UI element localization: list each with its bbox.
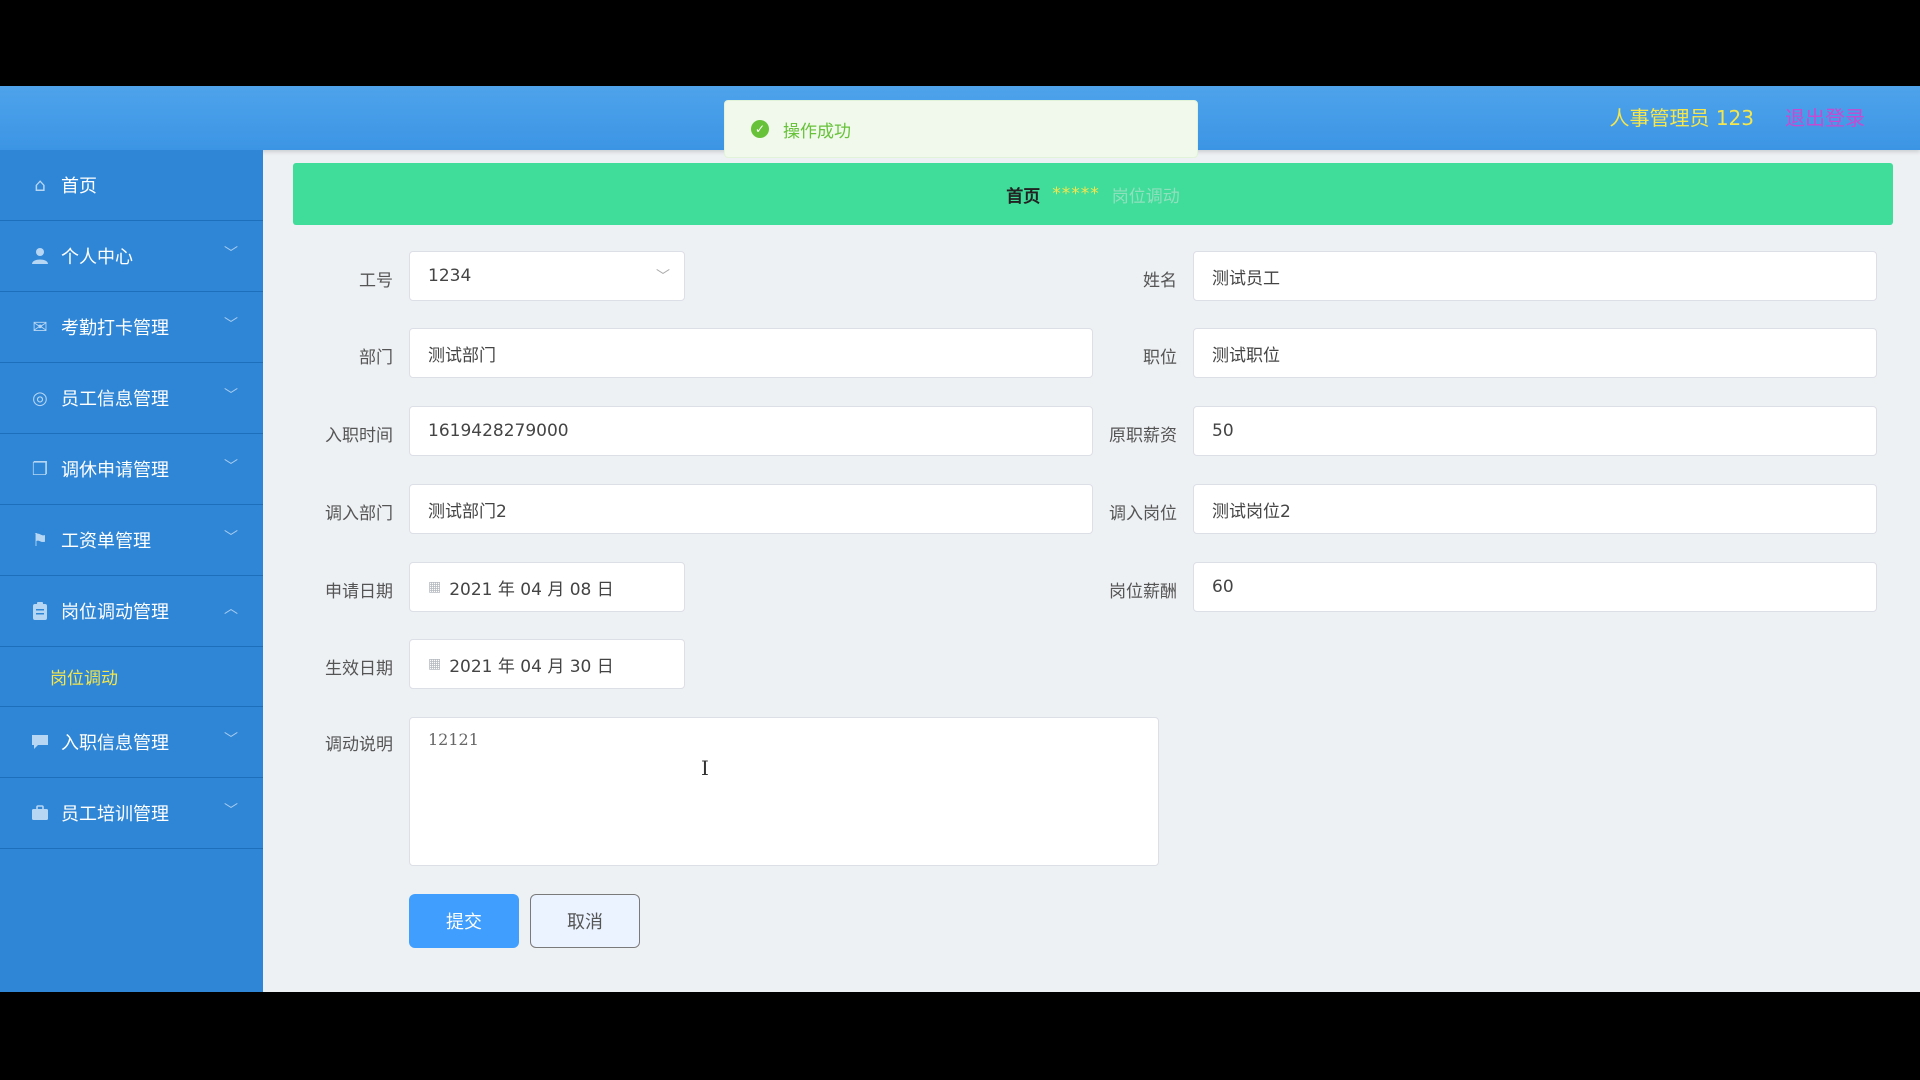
emp-no-value: 1234 xyxy=(428,266,472,286)
name-label: 姓名 xyxy=(1143,271,1177,291)
note-value: 12121 xyxy=(428,730,479,749)
briefcase-icon xyxy=(29,802,51,824)
sidebar-item-training[interactable]: 员工培训管理 ﹀ xyxy=(0,778,263,849)
name-field[interactable]: 测试员工 xyxy=(1193,251,1877,301)
sidebar-item-payroll[interactable]: ⚑ 工资单管理 ﹀ xyxy=(0,505,263,576)
check-circle-icon: ✓ xyxy=(751,120,769,138)
effective-date-label: 生效日期 xyxy=(325,659,393,679)
home-icon: ⌂ xyxy=(34,174,46,196)
compass-icon: ◎ xyxy=(32,387,48,409)
user-icon xyxy=(29,245,51,267)
cancel-button[interactable]: 取消 xyxy=(530,894,640,948)
apply-date-picker[interactable]: ▦ 2021 年 04 月 08 日 xyxy=(409,562,685,612)
sidebar-item-label: 考勤打卡管理 xyxy=(61,318,169,339)
sidebar-item-transfer[interactable]: 岗位调动管理 ︿ xyxy=(0,576,263,647)
sidebar-item-label: 首页 xyxy=(61,176,97,197)
logout-link[interactable]: 退出登录 xyxy=(1785,102,1865,131)
app: 人事管理员 123 退出登录 ✓ 操作成功 ⌂ 首页 个人中心 ﹀ ✉ 考勤打卡… xyxy=(0,86,1920,992)
chevron-down-icon: ﹀ xyxy=(224,317,238,333)
copy-icon: ❐ xyxy=(31,458,49,480)
effective-date-value: 2021 年 04 月 30 日 xyxy=(449,656,614,677)
dept-field[interactable]: 测试部门 xyxy=(409,328,1093,378)
dept-label: 部门 xyxy=(359,348,393,368)
apply-date-value: 2021 年 04 月 08 日 xyxy=(449,579,614,600)
sidebar-item-label: 岗位调动管理 xyxy=(61,602,169,623)
chevron-down-icon: ﹀ xyxy=(224,246,238,262)
chevron-down-icon: ﹀ xyxy=(224,803,238,819)
sidebar-subitem-transfer[interactable]: 岗位调动 xyxy=(0,647,263,707)
post-salary-field[interactable]: 60 xyxy=(1193,562,1877,612)
chevron-down-icon: ﹀ xyxy=(224,732,238,748)
sidebar-item-leave[interactable]: ❐ 调休申请管理 ﹀ xyxy=(0,434,263,505)
hire-time-label: 入职时间 xyxy=(325,426,393,446)
mail-icon: ✉ xyxy=(32,316,48,338)
orig-salary-label: 原职薪资 xyxy=(1109,426,1177,446)
sidebar-item-label: 个人中心 xyxy=(61,247,133,268)
position-label: 职位 xyxy=(1143,348,1177,368)
text-cursor-icon: I xyxy=(701,756,709,780)
effective-date-picker[interactable]: ▦ 2021 年 04 月 30 日 xyxy=(409,639,685,689)
position-field[interactable]: 测试职位 xyxy=(1193,328,1877,378)
current-user: 人事管理员 123 xyxy=(1609,106,1754,130)
apply-date-label: 申请日期 xyxy=(325,582,393,602)
main-content: 首页 ***** 岗位调动 工号 1234 ﹀ 姓名 测试员工 部门 测试部门 … xyxy=(293,163,1893,992)
new-dept-label: 调入部门 xyxy=(325,504,393,524)
sidebar-item-employees[interactable]: ◎ 员工信息管理 ﹀ xyxy=(0,363,263,434)
breadcrumb-separator: ***** xyxy=(1052,184,1100,204)
clipboard-icon xyxy=(29,600,51,622)
emp-no-label: 工号 xyxy=(359,271,393,291)
new-dept-field[interactable]: 测试部门2 xyxy=(409,484,1093,534)
sidebar: ⌂ 首页 个人中心 ﹀ ✉ 考勤打卡管理 ﹀ ◎ 员工信息管理 ﹀ ❐ 调休申请… xyxy=(0,150,263,992)
sidebar-item-attendance[interactable]: ✉ 考勤打卡管理 ﹀ xyxy=(0,292,263,363)
sidebar-item-label: 员工信息管理 xyxy=(61,389,169,410)
orig-salary-field[interactable]: 50 xyxy=(1193,406,1877,456)
sidebar-item-profile[interactable]: 个人中心 ﹀ xyxy=(0,221,263,292)
sidebar-item-label: 入职信息管理 xyxy=(61,733,169,754)
post-salary-label: 岗位薪酬 xyxy=(1109,582,1177,602)
success-toast: ✓ 操作成功 xyxy=(724,100,1198,158)
sidebar-item-label: 调休申请管理 xyxy=(61,460,169,481)
chevron-down-icon: ﹀ xyxy=(224,388,238,404)
calendar-icon: ▦ xyxy=(428,579,442,595)
chevron-down-icon: ﹀ xyxy=(656,269,670,285)
note-label: 调动说明 xyxy=(325,735,393,755)
chevron-down-icon: ﹀ xyxy=(224,459,238,475)
sidebar-item-label: 工资单管理 xyxy=(61,531,151,552)
flag-icon: ⚑ xyxy=(31,529,49,551)
sidebar-item-onboarding[interactable]: 入职信息管理 ﹀ xyxy=(0,707,263,778)
breadcrumb: 首页 ***** 岗位调动 xyxy=(293,163,1893,225)
chevron-up-icon: ︿ xyxy=(224,601,238,617)
submit-button[interactable]: 提交 xyxy=(409,894,519,948)
hire-time-field[interactable]: 1619428279000 xyxy=(409,406,1093,456)
sidebar-item-home[interactable]: ⌂ 首页 xyxy=(0,150,263,221)
chevron-down-icon: ﹀ xyxy=(224,530,238,546)
note-textarea[interactable]: 12121 I xyxy=(409,717,1159,866)
chat-icon xyxy=(29,731,51,753)
breadcrumb-current: 岗位调动 xyxy=(1111,186,1180,207)
new-post-label: 调入岗位 xyxy=(1109,504,1177,524)
sidebar-item-label: 员工培训管理 xyxy=(61,804,169,825)
new-post-field[interactable]: 测试岗位2 xyxy=(1193,484,1877,534)
toast-message: 操作成功 xyxy=(783,121,851,142)
calendar-icon: ▦ xyxy=(428,656,442,672)
emp-no-select[interactable]: 1234 ﹀ xyxy=(409,251,685,301)
transfer-form: 工号 1234 ﹀ 姓名 测试员工 部门 测试部门 职位 测试职位 入职时间 1… xyxy=(293,237,1893,992)
breadcrumb-home[interactable]: 首页 xyxy=(1006,182,1040,207)
